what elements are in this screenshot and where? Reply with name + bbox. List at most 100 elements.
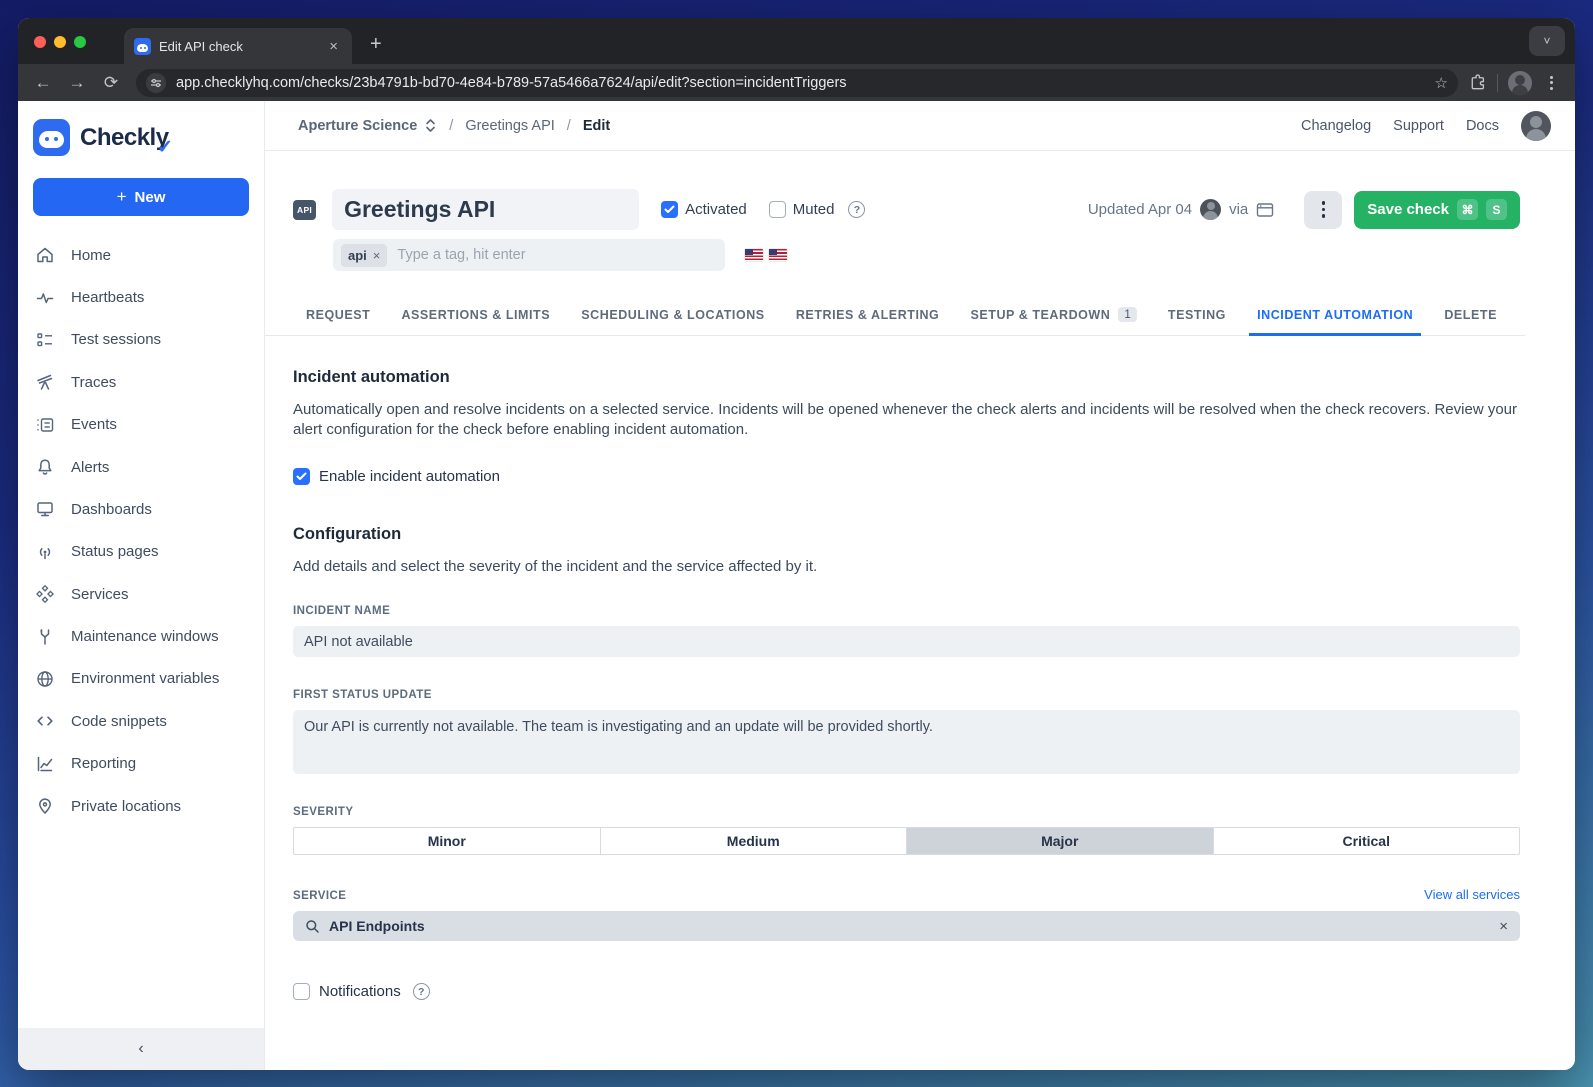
- severity-option-minor[interactable]: Minor: [294, 828, 601, 854]
- check-type-badge: API: [293, 200, 316, 220]
- code-icon: [35, 711, 55, 731]
- checkly-favicon: [134, 38, 151, 55]
- forward-button[interactable]: →: [62, 69, 92, 97]
- activated-checkbox[interactable]: [661, 201, 678, 218]
- muted-checkbox-row: Muted: [769, 201, 835, 218]
- severity-option-major[interactable]: Major: [907, 828, 1214, 854]
- sidebar-collapse-button[interactable]: ‹: [18, 1028, 264, 1070]
- tab-request[interactable]: REQUEST: [298, 297, 378, 335]
- sidebar-item-label: Heartbeats: [71, 289, 144, 306]
- title-actions: Updated Apr 04 via Save check ⌘ S: [1088, 191, 1520, 229]
- test-sessions-icon: [35, 330, 55, 350]
- breadcrumb: Aperture Science / Greetings API / Edit: [298, 118, 610, 134]
- breadcrumb-check-link[interactable]: Greetings API: [465, 118, 554, 134]
- tag-row: api × Type a tag, hit enter: [265, 230, 1575, 271]
- tab-close-icon[interactable]: ×: [325, 37, 342, 56]
- address-bar[interactable]: app.checklyhq.com/checks/23b4791b-bd70-4…: [136, 69, 1458, 97]
- close-window-button[interactable]: [34, 36, 46, 48]
- sidebar-item-private-locations[interactable]: Private locations: [18, 785, 264, 827]
- tab-retries-alerting[interactable]: RETRIES & ALERTING: [788, 297, 947, 335]
- sidebar: Checkly + New Home Heartbeats Test sessi…: [18, 101, 265, 1070]
- save-check-button[interactable]: Save check ⌘ S: [1354, 191, 1520, 229]
- notifications-checkbox[interactable]: [293, 983, 310, 1000]
- back-button[interactable]: ←: [28, 69, 58, 97]
- reload-button[interactable]: ⟳: [96, 69, 126, 97]
- enable-incident-automation-label: Enable incident automation: [319, 468, 500, 485]
- sidebar-item-heartbeats[interactable]: Heartbeats: [18, 276, 264, 318]
- sidebar-item-reporting[interactable]: Reporting: [18, 743, 264, 785]
- new-tab-button[interactable]: +: [364, 33, 388, 56]
- sidebar-item-maintenance-windows[interactable]: Maintenance windows: [18, 615, 264, 657]
- sidebar-item-alerts[interactable]: Alerts: [18, 446, 264, 488]
- activation-help-icon[interactable]: ?: [848, 201, 865, 218]
- tab-label: SETUP & TEARDOWN: [971, 308, 1111, 322]
- more-options-button[interactable]: [1304, 191, 1342, 229]
- sidebar-item-label: Private locations: [71, 798, 181, 815]
- view-all-services-link[interactable]: View all services: [1424, 887, 1520, 902]
- sidebar-item-services[interactable]: Services: [18, 573, 264, 615]
- sidebar-item-environment-variables[interactable]: Environment variables: [18, 658, 264, 700]
- sidebar-item-events[interactable]: Events: [18, 404, 264, 446]
- changelog-link[interactable]: Changelog: [1301, 118, 1371, 134]
- sidebar-item-label: Services: [71, 586, 129, 603]
- browser-window: Edit API check × + ˅ ← → ⟳ app.checklyhq…: [18, 18, 1575, 1070]
- site-settings-icon[interactable]: [146, 73, 166, 93]
- browser-tab[interactable]: Edit API check ×: [124, 28, 352, 64]
- configuration-title: Configuration: [293, 525, 1520, 544]
- sidebar-item-label: Dashboards: [71, 501, 152, 518]
- account-name: Aperture Science: [298, 118, 417, 134]
- sidebar-item-label: Code snippets: [71, 713, 167, 730]
- sidebar-item-traces[interactable]: Traces: [18, 361, 264, 403]
- checkly-brand[interactable]: Checkly: [18, 101, 264, 170]
- url-text[interactable]: app.checklyhq.com/checks/23b4791b-bd70-4…: [176, 75, 1425, 91]
- account-switcher[interactable]: Aperture Science: [298, 118, 437, 134]
- first-status-update-textarea[interactable]: Our API is currently not available. The …: [293, 710, 1520, 774]
- configuration-section: Configuration Add details and select the…: [265, 485, 1575, 941]
- extensions-icon[interactable]: [1468, 73, 1487, 92]
- sidebar-item-code-snippets[interactable]: Code snippets: [18, 700, 264, 742]
- support-link[interactable]: Support: [1393, 118, 1444, 134]
- severity-option-medium[interactable]: Medium: [601, 828, 908, 854]
- tab-assertions-limits[interactable]: ASSERTIONS & LIMITS: [393, 297, 558, 335]
- traffic-lights: [18, 36, 102, 64]
- notifications-row: Notifications ?: [265, 983, 1575, 1000]
- bookmark-star-icon[interactable]: ☆: [1435, 74, 1448, 92]
- tab-testing[interactable]: TESTING: [1160, 297, 1234, 335]
- check-name-input[interactable]: [332, 189, 639, 230]
- tab-delete[interactable]: DELETE: [1436, 297, 1505, 335]
- sidebar-item-label: Maintenance windows: [71, 628, 219, 645]
- user-avatar[interactable]: [1521, 111, 1551, 141]
- zoom-window-button[interactable]: [74, 36, 86, 48]
- muted-checkbox[interactable]: [769, 201, 786, 218]
- tab-search-button[interactable]: ˅: [1529, 26, 1565, 56]
- severity-option-critical[interactable]: Critical: [1214, 828, 1520, 854]
- notifications-help-icon[interactable]: ?: [413, 983, 430, 1000]
- sidebar-item-label: Environment variables: [71, 670, 219, 687]
- incident-name-input[interactable]: [293, 626, 1520, 657]
- chevron-updown-icon: [424, 118, 437, 133]
- tab-setup-teardown[interactable]: SETUP & TEARDOWN 1: [963, 297, 1145, 335]
- sidebar-item-label: Test sessions: [71, 331, 161, 348]
- browser-menu-icon[interactable]: [1542, 76, 1561, 90]
- sidebar-item-status-pages[interactable]: Status pages: [18, 531, 264, 573]
- events-icon: [35, 415, 55, 435]
- service-select[interactable]: API Endpoints ×: [293, 911, 1520, 941]
- toolbar-divider: [1497, 74, 1498, 92]
- service-clear-icon[interactable]: ×: [1499, 918, 1508, 935]
- enable-incident-automation-checkbox[interactable]: [293, 468, 310, 485]
- sidebar-item-dashboards[interactable]: Dashboards: [18, 488, 264, 530]
- docs-link[interactable]: Docs: [1466, 118, 1499, 134]
- updated-info: Updated Apr 04 via: [1088, 199, 1274, 220]
- tab-scheduling-locations[interactable]: SCHEDULING & LOCATIONS: [573, 297, 772, 335]
- new-button[interactable]: + New: [33, 178, 249, 216]
- save-check-label: Save check: [1367, 201, 1449, 218]
- sidebar-item-test-sessions[interactable]: Test sessions: [18, 319, 264, 361]
- minimize-window-button[interactable]: [54, 36, 66, 48]
- browser-profile-avatar[interactable]: [1508, 71, 1532, 95]
- tag-remove-icon[interactable]: ×: [373, 248, 381, 263]
- sidebar-item-home[interactable]: Home: [18, 234, 264, 276]
- monitor-icon: [35, 499, 55, 519]
- tab-incident-automation[interactable]: INCIDENT AUTOMATION: [1249, 297, 1421, 335]
- tag-input[interactable]: api × Type a tag, hit enter: [333, 239, 725, 271]
- tag-chip: api ×: [341, 244, 387, 267]
